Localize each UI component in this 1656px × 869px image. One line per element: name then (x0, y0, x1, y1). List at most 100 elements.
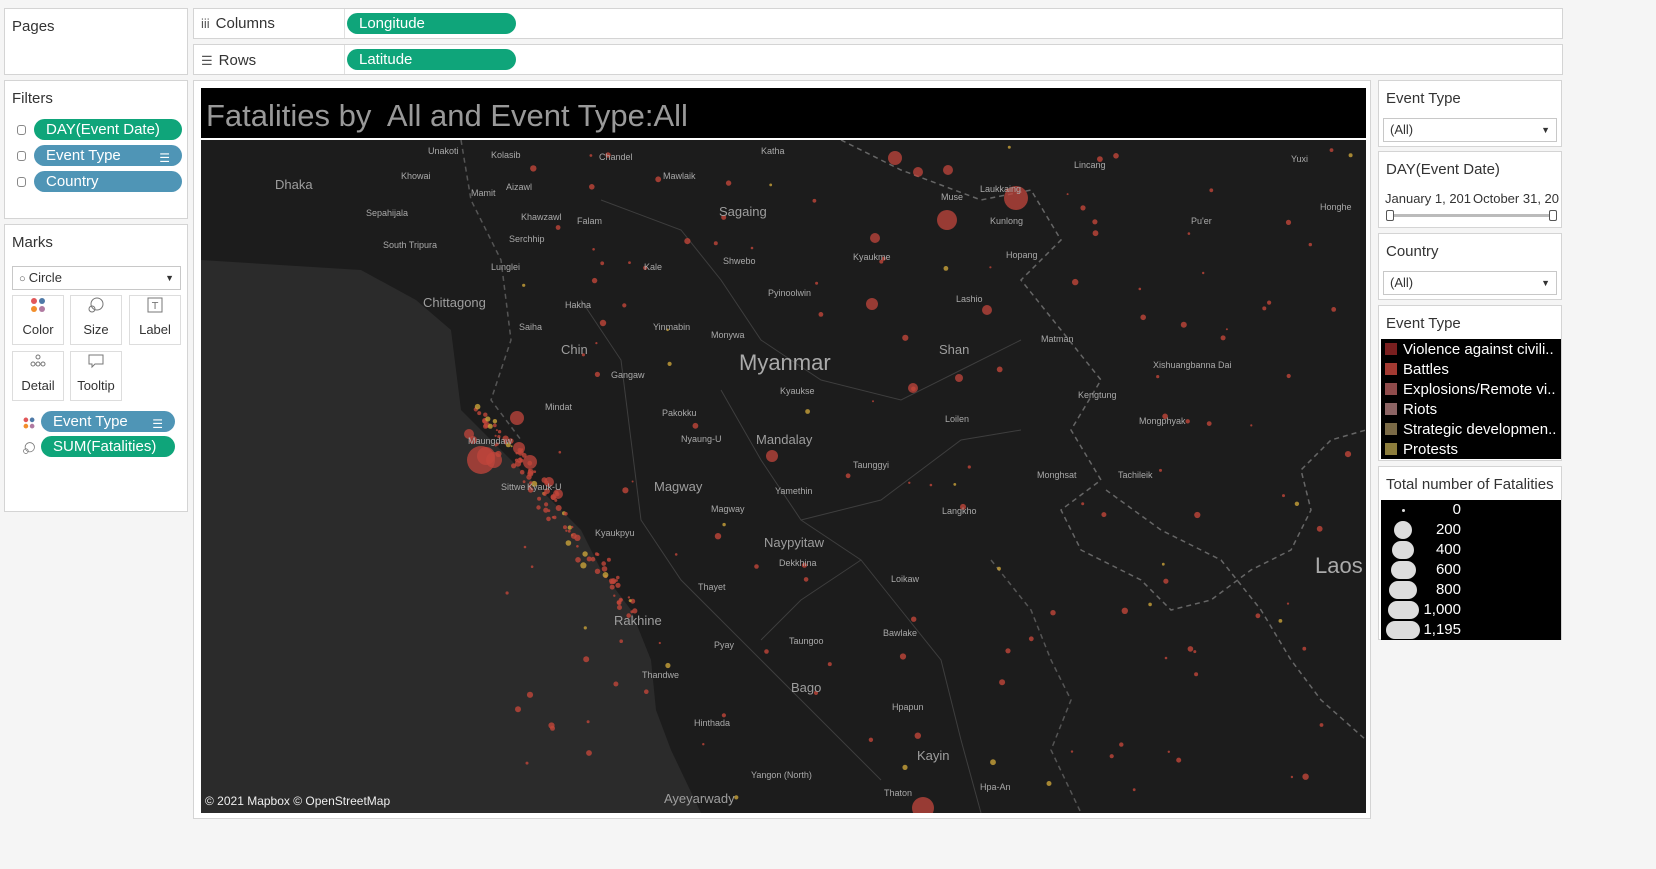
fatality-circle (1193, 650, 1197, 654)
color-button-label: Color (22, 322, 54, 337)
fatality-circle (1070, 750, 1074, 753)
color-legend-item[interactable]: Battles (1381, 360, 1561, 380)
map[interactable]: Myanmar Laos Sagaing Chin Magway Mandala… (201, 140, 1366, 813)
label-button[interactable]: T Label (129, 295, 181, 345)
fatality-circle (667, 361, 672, 366)
color-legend-item[interactable]: Riots (1381, 400, 1561, 420)
fatality-circle (602, 572, 609, 578)
fatality-circle (570, 532, 577, 539)
filter-pill-day-event-date[interactable]: DAY(Event Date) (34, 119, 182, 140)
date-slider-end-handle[interactable] (1549, 210, 1557, 221)
date-slider-track[interactable] (1389, 214, 1553, 217)
fatality-circle (515, 706, 521, 713)
columns-label: iii Columns (201, 15, 275, 32)
mark-type-value: Circle (28, 270, 62, 285)
fatality-circle (505, 591, 509, 595)
size-button[interactable]: Size (70, 295, 122, 345)
fatality-circle (537, 496, 542, 501)
legend-label: Protests (1403, 441, 1459, 458)
town-label: Hinthada (694, 718, 731, 728)
color-legend-item[interactable]: Protests (1381, 440, 1561, 460)
fatality-circle (1140, 314, 1146, 321)
fatality-circle (1080, 205, 1086, 211)
fatality-circle (1308, 242, 1313, 247)
region-label: Naypyitaw (764, 535, 824, 550)
town-label: Saiha (519, 322, 543, 332)
fatality-circle (692, 422, 699, 429)
rows-label: ☰ Rows (201, 52, 256, 69)
town-label: Langkho (942, 506, 977, 516)
fatality-circle (589, 184, 595, 190)
fatality-circle (955, 374, 963, 382)
size-legend-label: 0 (1452, 501, 1461, 518)
size-legend-label: 400 (1435, 541, 1461, 558)
town-label: Laukkaing (980, 184, 1022, 194)
fatality-circle (525, 761, 529, 765)
fatality-circle (619, 598, 623, 602)
marks-pill-sum-fatalities[interactable]: SUM(Fatalities) (41, 436, 175, 457)
fatality-circle (563, 511, 568, 516)
mark-type-dropdown[interactable]: ○ Circle ▼ (12, 266, 181, 290)
fatality-circle (1194, 672, 1199, 677)
fatality-circle (644, 689, 649, 694)
filter-pill-event-type[interactable]: Event Type ☰ (34, 145, 182, 166)
fatality-circle (521, 453, 527, 458)
columns-shelf[interactable]: iii Columns Longitude (193, 8, 1563, 39)
color-button[interactable]: Color (12, 295, 64, 345)
map-attribution[interactable]: © 2021 Mapbox © OpenStreetMap (205, 794, 390, 808)
fatality-circle (495, 429, 498, 432)
marks-pill-event-type[interactable]: Event Type ☰ (41, 411, 175, 432)
color-legend-item[interactable]: Violence against civili.. (1381, 340, 1561, 360)
tooltip-button[interactable]: Tooltip (70, 351, 122, 401)
event-type-filter-dropdown[interactable]: (All) ▼ (1383, 118, 1557, 142)
fatality-circle (812, 198, 817, 203)
fatality-circle (594, 552, 599, 556)
country-filter-dropdown[interactable]: (All) ▼ (1383, 271, 1557, 295)
fatality-circle (550, 495, 556, 500)
rows-icon: ☰ (201, 53, 213, 68)
town-label: Kyaukme (853, 252, 891, 262)
fatality-circle (803, 577, 809, 582)
fatality-circle (580, 562, 587, 569)
town-label: Shwebo (723, 256, 756, 266)
rows-pill-latitude[interactable]: Latitude (347, 49, 516, 70)
filter-pill-country[interactable]: Country (34, 171, 182, 192)
town-label: Bawlake (883, 628, 918, 638)
town-label: Matman (1041, 334, 1074, 344)
fatality-circle (1319, 723, 1324, 727)
fatality-circle (615, 582, 621, 588)
fatality-circle (474, 403, 481, 410)
fatality-circle (1262, 306, 1267, 311)
size-legend-label: 200 (1435, 521, 1461, 538)
fatality-circle (1267, 300, 1272, 305)
fatality-circle (1161, 562, 1165, 566)
town-label: Sepahijala (366, 208, 409, 218)
town-label: Pu'er (1191, 216, 1212, 226)
fatality-circle (1092, 230, 1099, 237)
fatality-circle (908, 481, 911, 484)
date-slider-start-handle[interactable] (1386, 210, 1394, 221)
town-label: Kolasib (491, 150, 521, 160)
rows-shelf[interactable]: ☰ Rows Latitude (193, 44, 1563, 75)
size-legend-label: 800 (1435, 581, 1461, 598)
color-legend-item[interactable]: Explosions/Remote vi.. (1381, 380, 1561, 400)
town-label: Lashio (956, 294, 983, 304)
fatality-circle (567, 529, 571, 533)
sort-icon: ☰ (159, 151, 170, 165)
town-label: Chandel (599, 152, 633, 162)
columns-pill-longitude[interactable]: Longitude (347, 13, 516, 34)
color-legend-item[interactable]: Strategic developmen.. (1381, 420, 1561, 440)
fatality-circle (943, 266, 949, 271)
size-legend-item: 0 (1381, 500, 1561, 520)
legend-swatch (1385, 383, 1397, 395)
filter-pill-event-type-label: Event Type (46, 147, 121, 164)
fatality-circle (536, 505, 541, 510)
fatality-circle (526, 691, 534, 698)
region-label: Dhaka (275, 177, 313, 192)
fatality-circle (622, 303, 627, 308)
fatality-circle (805, 409, 810, 414)
fatality-circle (483, 412, 488, 417)
region-label: Chin (561, 342, 588, 357)
fatality-circle (1202, 271, 1205, 275)
detail-button[interactable]: Detail (12, 351, 64, 401)
